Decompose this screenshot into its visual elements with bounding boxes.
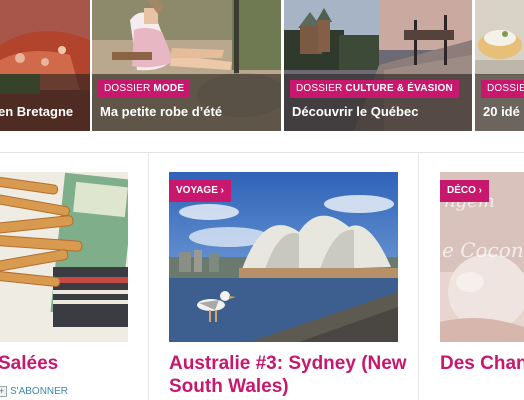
dossier-caption-band [0, 74, 90, 131]
column-divider [418, 153, 419, 400]
section-divider [0, 152, 524, 153]
dossier-tag[interactable]: DOSSIER MODE [98, 80, 191, 98]
dossier-strip: en Bretagne DOSSIER MODE Ma petite robe … [0, 0, 524, 131]
dossier-tag[interactable]: DOSSIER CULTURE & ÉVASION [290, 80, 459, 98]
plus-icon: + [0, 386, 7, 397]
subscribe-link[interactable]: + S'ABONNER [0, 386, 68, 397]
dossier-tag-prefix: DOSSIER [104, 83, 151, 94]
dossier-caption[interactable]: Ma petite robe d’été [100, 104, 222, 119]
article-title[interactable]: Des Chang Cocon… [440, 352, 524, 375]
svg-text:e Cocon: e Cocon [442, 238, 524, 262]
dossier-tile-bretagne[interactable]: en Bretagne [0, 0, 90, 131]
dossier-tile-quebec[interactable]: DOSSIER CULTURE & ÉVASION Découvrir le Q… [284, 0, 472, 131]
dossier-tag[interactable]: DOSSIER [481, 80, 524, 98]
dossier-tag-theme: CULTURE & ÉVASION [345, 83, 453, 94]
category-badge-voyage[interactable]: VOYAGE › [169, 180, 231, 202]
dossier-caption[interactable]: en Bretagne [0, 104, 73, 119]
dossier-tag-prefix: DOSSIER [296, 83, 343, 94]
category-badge-deco[interactable]: DÉCO › [440, 180, 489, 202]
dossier-tag-prefix: DOSSIER [487, 83, 524, 94]
dossier-tile-idees[interactable]: DOSSIER 20 idé [475, 0, 524, 131]
dossier-caption[interactable]: 20 idé [483, 104, 520, 119]
subscribe-label: S'ABONNER [10, 386, 69, 397]
dossier-tag-theme: MODE [153, 83, 185, 94]
dossier-caption[interactable]: Découvrir le Québec [292, 104, 418, 119]
dossier-tile-mode[interactable]: DOSSIER MODE Ma petite robe d’été [92, 0, 281, 131]
article-image-salees-picture [0, 172, 128, 342]
article-image-salees[interactable] [0, 172, 128, 342]
article-title[interactable]: Australie #3: Sydney (New South Wales) [169, 352, 409, 398]
